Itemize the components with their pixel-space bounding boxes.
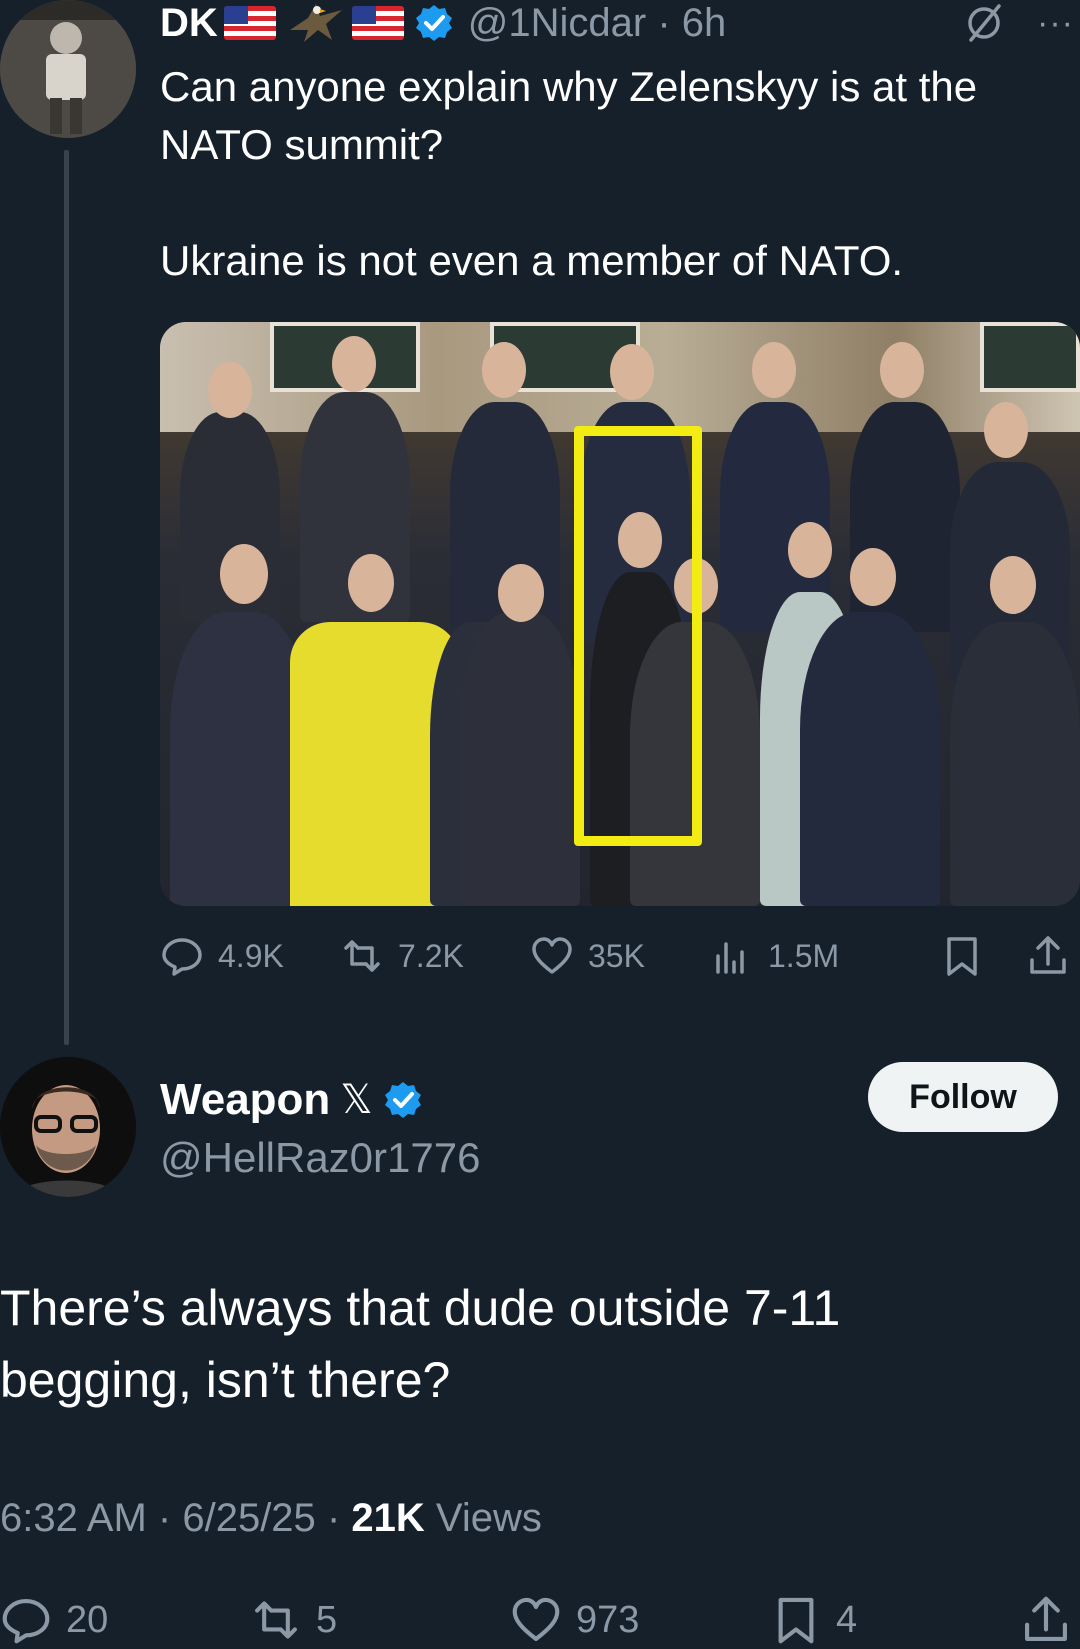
photo-head [990, 556, 1036, 614]
views-count: 21K [351, 1496, 425, 1540]
share-action[interactable] [1020, 1590, 1080, 1649]
bookmark-icon [778, 1597, 814, 1643]
like-count: 35K [588, 938, 645, 974]
photo-person [460, 612, 580, 906]
analytics-icon [716, 942, 744, 974]
tweet-text: There’s always that dude outside 7-11 be… [0, 1280, 841, 1408]
display-name[interactable]: DK [160, 0, 218, 46]
follow-button[interactable]: Follow [868, 1062, 1058, 1132]
photo-head [348, 554, 394, 612]
tweet-text: Can anyone explain why Zelenskyy is at t… [160, 58, 1070, 290]
tweet-action-bar: 20 5 973 4 [0, 1590, 1080, 1649]
share-action[interactable] [1026, 930, 1080, 982]
reply-name-row: Weapon 𝕏 [160, 1072, 423, 1128]
separator: · [657, 1, 671, 45]
handle[interactable]: @1Nicdar [468, 1, 646, 45]
repost-action[interactable]: 5 [250, 1590, 337, 1649]
photo-head [610, 344, 654, 400]
tweet-media-photo[interactable] [160, 322, 1080, 906]
highlight-rectangle [574, 426, 702, 846]
like-count: 973 [576, 1598, 640, 1641]
reply-count: 4.9K [218, 938, 284, 974]
share-icon [1025, 1596, 1067, 1641]
photo-head [850, 548, 896, 606]
photo-person [800, 612, 940, 906]
tweet-screenshot: DK @1Nicdar · 6h ··· Can anyone explain … [0, 0, 1080, 1649]
us-flag-icon [351, 6, 404, 40]
verified-badge-icon [384, 1082, 421, 1118]
tweet-meta: 6:32 AM · 6/25/25 · 21K Views [0, 1490, 542, 1546]
bookmark-action[interactable] [940, 930, 998, 982]
photo-person [950, 622, 1080, 906]
reply-count: 20 [66, 1598, 109, 1641]
photo-head [752, 342, 796, 398]
photo-head [482, 342, 526, 398]
eagle-icon [289, 4, 342, 42]
date[interactable]: 6/25/25 [182, 1496, 315, 1540]
separator: · [157, 1496, 172, 1540]
photo-head [984, 402, 1028, 458]
x-logo-icon: 𝕏 [340, 1078, 373, 1122]
bookmark-action[interactable]: 4 [770, 1590, 857, 1649]
photo-window [980, 322, 1080, 392]
tweet-action-bar: 4.9K 7.2K 35K 1.5M [160, 930, 1080, 982]
repost-action[interactable]: 7.2K [340, 930, 464, 982]
photo-head [332, 336, 376, 392]
thread-connector-line [64, 150, 69, 1045]
avatar-photo-icon [0, 1057, 136, 1197]
header-actions: ··· [963, 0, 1080, 46]
verified-badge-icon [415, 5, 452, 41]
reply-action[interactable]: 20 [0, 1590, 108, 1649]
repost-icon [344, 940, 380, 972]
reply-action[interactable]: 4.9K [160, 930, 284, 982]
views-count: 1.5M [768, 938, 840, 974]
grok-icon[interactable] [963, 2, 1005, 44]
reply-icon [162, 938, 202, 976]
tweet-text-line: Ukraine is not even a member of NATO. [160, 237, 904, 284]
like-action[interactable]: 35K [530, 930, 645, 982]
timestamp[interactable]: 6:32 AM [0, 1496, 147, 1540]
views-label: Views [435, 1496, 542, 1540]
display-name[interactable]: Weapon [160, 1075, 330, 1125]
repost-count: 7.2K [398, 938, 464, 974]
bookmark-icon [947, 937, 977, 976]
photo-head [498, 564, 544, 622]
handle[interactable]: @HellRaz0r1776 [160, 1130, 480, 1186]
avatar-photo-icon [0, 0, 136, 138]
like-action[interactable]: 973 [510, 1590, 639, 1649]
repost-icon [255, 1600, 297, 1639]
share-icon [1030, 936, 1066, 974]
photo-head [220, 544, 268, 604]
tweet-header: DK @1Nicdar · 6h ··· [160, 0, 1080, 46]
bookmark-count: 4 [836, 1598, 858, 1641]
timestamp[interactable]: 6h [682, 1, 727, 45]
photo-head [788, 522, 832, 578]
photo-head [208, 362, 252, 418]
more-options-icon[interactable]: ··· [1037, 0, 1080, 46]
us-flag-icon [223, 6, 276, 40]
avatar[interactable] [0, 1057, 136, 1197]
heart-icon [532, 937, 572, 974]
photo-head [880, 342, 924, 398]
tweet-text-line: Can anyone explain why Zelenskyy is at t… [160, 63, 978, 168]
reply-icon [2, 1598, 50, 1643]
handle-and-time: @1Nicdar · 6h [468, 0, 727, 46]
avatar[interactable] [0, 0, 136, 138]
separator: · [326, 1496, 341, 1540]
views-action[interactable]: 1.5M [710, 930, 839, 982]
heart-icon [512, 1597, 560, 1641]
repost-count: 5 [316, 1598, 338, 1641]
photo-person [170, 612, 310, 906]
